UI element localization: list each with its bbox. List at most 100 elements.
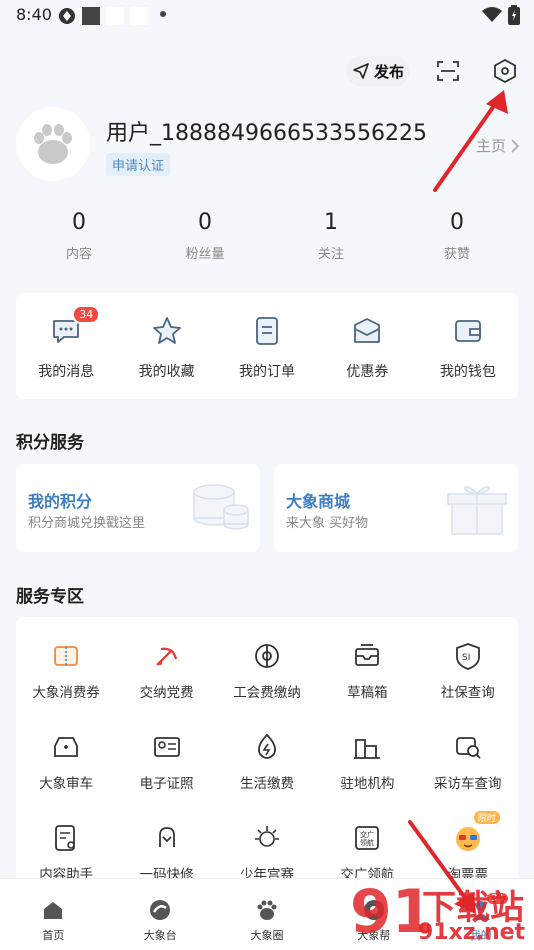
stats-row: 0 内容 0 粉丝量 1 关注 0 获赞 xyxy=(16,210,520,262)
voucher-icon xyxy=(54,646,79,666)
service-item-vehicle-search[interactable]: 采访车查询 xyxy=(418,708,518,799)
stat-label: 关注 xyxy=(317,247,344,262)
my-orders-button[interactable]: 我的订单 xyxy=(217,293,317,399)
movie-ticket-icon xyxy=(455,827,480,851)
stat-likes[interactable]: 0 获赞 xyxy=(394,210,520,262)
stat-label: 粉丝量 xyxy=(185,247,225,262)
tab-label: 首页 xyxy=(42,929,65,942)
stat-following[interactable]: 1 关注 xyxy=(268,210,394,262)
home-icon xyxy=(44,902,63,919)
app-notification-icon xyxy=(59,8,75,24)
status-bar: 8:40 xyxy=(0,0,534,30)
chevron-right-icon xyxy=(511,138,520,153)
service-label: 交纳党费 xyxy=(139,685,194,701)
social-security-icon: SI xyxy=(455,643,480,670)
tab-help[interactable]: 大象帮 xyxy=(320,879,427,950)
services-card: 大象消费券 交纳党费 工会费缴纳 草稿箱 SI 社保查询大象审车 电子证照 生活缴费 驻地机构 采… xyxy=(16,617,518,917)
service-item-radio[interactable]: 交广 领航 交广领航 xyxy=(317,799,417,890)
building-icon xyxy=(354,739,381,759)
stat-value: 0 xyxy=(198,210,212,235)
publish-label: 发布 xyxy=(373,62,404,81)
service-item-movie-ticket[interactable]: 限时 淘票票 xyxy=(418,799,518,890)
username: 用户_1888849666533556225 xyxy=(106,121,427,146)
wifi-icon xyxy=(482,7,502,22)
utility-payment-icon xyxy=(258,733,276,759)
service-item-utility-payment[interactable]: 生活缴费 xyxy=(217,708,317,799)
tab-tv[interactable]: 大象台 xyxy=(107,879,214,950)
service-item-car-inspection[interactable]: 大象审车 xyxy=(16,708,116,799)
more-notifications-icon xyxy=(160,11,166,17)
publish-button[interactable]: 发布 xyxy=(346,56,410,86)
svg-text:SI: SI xyxy=(462,653,470,663)
service-item-repair[interactable]: 一码快修 xyxy=(116,799,216,890)
stat-fans[interactable]: 0 粉丝量 xyxy=(142,210,268,262)
content-helper-icon xyxy=(55,825,76,851)
repair-icon xyxy=(158,827,175,847)
service-item-draft-box[interactable]: 草稿箱 xyxy=(317,617,417,708)
tab-circle[interactable]: 大象圈 xyxy=(214,879,321,950)
radio-icon: 交广领航 xyxy=(355,826,380,850)
scan-icon[interactable] xyxy=(436,59,460,83)
paw-icon xyxy=(257,900,277,920)
mall-card[interactable]: 大象商城 来大象 买好物 xyxy=(274,464,518,552)
service-item-party-emblem[interactable]: 交纳党费 xyxy=(116,617,216,708)
stat-value: 0 xyxy=(450,210,464,235)
service-label: 驻地机构 xyxy=(340,776,395,792)
my-messages-button[interactable]: 34 我的消息 xyxy=(16,293,116,399)
my-points-card[interactable]: 我的积分 积分商城兑换戳这里 xyxy=(16,464,260,552)
my-favorites-button[interactable]: 我的收藏 xyxy=(116,293,216,399)
service-label: 采访车查询 xyxy=(434,776,502,792)
coupons-button[interactable]: 优惠券 xyxy=(317,293,417,399)
service-label: 电子证照 xyxy=(139,776,194,792)
quick-action-label: 优惠券 xyxy=(346,364,389,380)
stat-label: 获赞 xyxy=(443,247,470,262)
service-label: 工会费缴纳 xyxy=(233,685,301,701)
stat-content[interactable]: 0 内容 xyxy=(16,210,142,262)
svg-text:交广: 交广 xyxy=(360,830,374,839)
message-count-badge: 34 xyxy=(72,305,101,324)
help-icon xyxy=(363,900,384,920)
tab-profile[interactable]: 34 我的 xyxy=(427,879,534,950)
my-wallet-button[interactable]: 我的钱包 xyxy=(418,293,518,399)
quick-actions-card: 34 我的消息 我的收藏 我的订单 优惠券 我的钱包 xyxy=(16,293,518,399)
header-actions: 发布 xyxy=(320,56,520,86)
coupon-icon xyxy=(354,318,381,343)
stat-label: 内容 xyxy=(65,247,92,262)
service-item-id-card[interactable]: 电子证照 xyxy=(116,708,216,799)
service-tag: 限时 xyxy=(473,811,500,824)
blank-notification-icon xyxy=(106,7,124,25)
verify-button[interactable]: 申请认证 xyxy=(106,153,171,176)
homepage-link[interactable]: 主页 xyxy=(476,135,520,156)
draft-box-icon xyxy=(355,644,380,666)
battery-icon xyxy=(508,5,520,25)
service-item-social-security[interactable]: SI 社保查询 xyxy=(418,617,518,708)
tv-icon xyxy=(150,900,171,920)
tab-label: 大象帮 xyxy=(357,929,391,942)
service-item-contest[interactable]: 少年宫赛 xyxy=(217,799,317,890)
services-grid: 大象消费券 交纳党费 工会费缴纳 草稿箱 SI 社保查询大象审车 电子证照 生活缴费 驻地机构 采… xyxy=(16,617,518,890)
service-label: 生活缴费 xyxy=(239,776,294,792)
id-card-icon xyxy=(153,737,180,757)
avatar[interactable] xyxy=(16,107,90,181)
service-item-voucher[interactable]: 大象消费券 xyxy=(16,617,116,708)
tab-label: 大象圈 xyxy=(250,929,284,942)
tab-label: 大象台 xyxy=(143,929,177,942)
car-inspection-icon xyxy=(54,737,79,757)
bottom-tab-bar: 首页 大象台 大象圈 大象帮 34 我的 xyxy=(0,878,534,950)
stat-value: 1 xyxy=(324,210,338,235)
wallet-icon xyxy=(454,320,481,342)
points-section-title: 积分服务 xyxy=(16,433,84,453)
homepage-label: 主页 xyxy=(475,137,506,155)
service-item-content-helper[interactable]: 内容助手 xyxy=(16,799,116,890)
tab-home[interactable]: 首页 xyxy=(0,879,107,950)
service-label: 大象审车 xyxy=(39,776,94,792)
service-item-union[interactable]: 工会费缴纳 xyxy=(217,617,317,708)
settings-icon[interactable] xyxy=(492,58,518,84)
mall-card-title: 大象商城 xyxy=(286,492,351,511)
stat-value: 0 xyxy=(72,210,86,235)
contest-icon xyxy=(254,826,279,847)
service-item-building[interactable]: 驻地机构 xyxy=(317,708,417,799)
star-icon xyxy=(152,317,181,344)
gallery-notification-icon xyxy=(82,7,100,25)
points-card-title: 我的积分 xyxy=(28,492,93,511)
